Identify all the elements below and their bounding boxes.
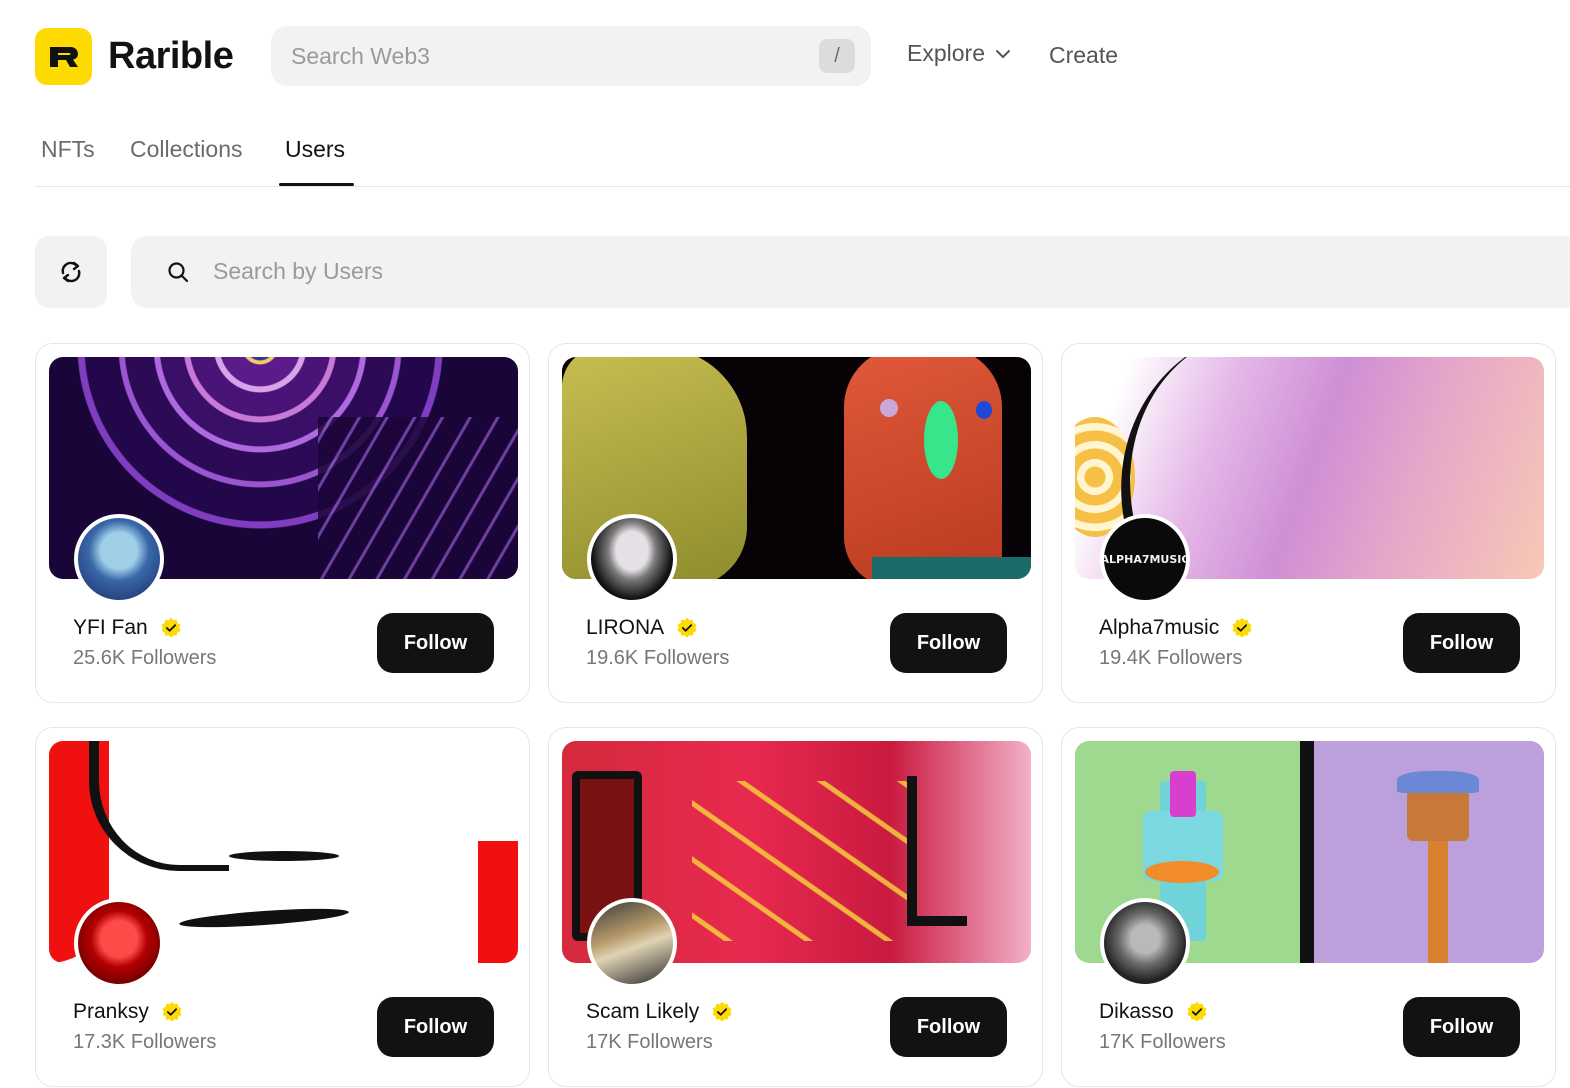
- user-name[interactable]: Alpha7music: [1099, 616, 1219, 640]
- verified-badge-icon: [712, 1001, 732, 1022]
- user-card[interactable]: Scam Likely 17K Followers Follow: [548, 727, 1043, 1087]
- follower-count: 17K Followers: [1099, 1031, 1226, 1053]
- user-name-row: LIRONA: [586, 616, 698, 640]
- rarible-logo-icon[interactable]: [35, 28, 92, 85]
- user-name-row: Alpha7music: [1099, 616, 1253, 640]
- user-search-placeholder: Search by Users: [213, 258, 384, 284]
- verified-badge-icon: [1232, 617, 1252, 638]
- follower-count: 17K Followers: [586, 1031, 713, 1053]
- verified-badge-icon: [162, 1001, 182, 1022]
- follower-count: 19.6K Followers: [586, 647, 730, 669]
- refresh-button[interactable]: [35, 236, 107, 308]
- user-name[interactable]: Scam Likely: [586, 1000, 699, 1024]
- user-name-row: Pranksy: [73, 1000, 183, 1024]
- avatar[interactable]: ALPHA7MUSIC: [1100, 514, 1190, 604]
- nav-explore-label: Explore: [907, 40, 985, 66]
- follow-button[interactable]: Follow: [1403, 997, 1520, 1057]
- active-tab-indicator: [279, 183, 354, 186]
- global-search-input[interactable]: Search Web3 /: [271, 26, 871, 86]
- user-name-row: Dikasso: [1099, 1000, 1208, 1024]
- tab-collections[interactable]: Collections: [130, 136, 243, 163]
- verified-badge-icon: [161, 617, 181, 638]
- top-header: Rarible Search Web3 / Explore Create: [0, 0, 1570, 110]
- user-name[interactable]: LIRONA: [586, 616, 664, 640]
- search-shortcut-key: /: [819, 39, 855, 73]
- avatar[interactable]: [1100, 898, 1190, 988]
- user-card[interactable]: Dikasso 17K Followers Follow: [1061, 727, 1556, 1087]
- user-name-row: YFI Fan: [73, 616, 182, 640]
- user-name-row: Scam Likely: [586, 1000, 733, 1024]
- follow-button[interactable]: Follow: [890, 613, 1007, 673]
- user-card[interactable]: LIRONA 19.6K Followers Follow: [548, 343, 1043, 703]
- nav-explore[interactable]: Explore: [907, 40, 1011, 67]
- user-card[interactable]: YFI Fan 25.6K Followers Follow: [35, 343, 530, 703]
- user-search-input[interactable]: Search by Users: [131, 236, 1570, 308]
- chevron-down-icon: [995, 49, 1010, 58]
- brand-name[interactable]: Rarible: [108, 34, 234, 78]
- follower-count: 17.3K Followers: [73, 1031, 217, 1053]
- search-icon: [168, 262, 189, 283]
- user-name[interactable]: YFI Fan: [73, 616, 148, 640]
- follow-button[interactable]: Follow: [1403, 613, 1520, 673]
- verified-badge-icon: [677, 617, 697, 638]
- follow-button[interactable]: Follow: [377, 997, 494, 1057]
- verified-badge-icon: [1187, 1001, 1207, 1022]
- refresh-icon: [61, 261, 81, 283]
- user-name[interactable]: Pranksy: [73, 1000, 149, 1024]
- follow-button[interactable]: Follow: [377, 613, 494, 673]
- global-search-placeholder: Search Web3: [291, 42, 430, 69]
- search-result-tabs: NFTs Collections Users: [35, 120, 1570, 187]
- follower-count: 19.4K Followers: [1099, 647, 1243, 669]
- tab-nfts[interactable]: NFTs: [41, 136, 95, 163]
- follower-count: 25.6K Followers: [73, 647, 217, 669]
- avatar-text: ALPHA7MUSIC: [1100, 552, 1190, 566]
- avatar[interactable]: [587, 898, 677, 988]
- avatar[interactable]: [587, 514, 677, 604]
- nav-create[interactable]: Create: [1049, 42, 1118, 69]
- follow-button[interactable]: Follow: [890, 997, 1007, 1057]
- avatar[interactable]: [74, 898, 164, 988]
- user-card[interactable]: ALPHA7MUSIC Alpha7music 19.4K Followers …: [1061, 343, 1556, 703]
- tab-users[interactable]: Users: [285, 136, 345, 163]
- rarible-logo-glyph: [49, 46, 78, 67]
- user-name[interactable]: Dikasso: [1099, 1000, 1174, 1024]
- user-card[interactable]: Pranksy 17.3K Followers Follow: [35, 727, 530, 1087]
- avatar[interactable]: [74, 514, 164, 604]
